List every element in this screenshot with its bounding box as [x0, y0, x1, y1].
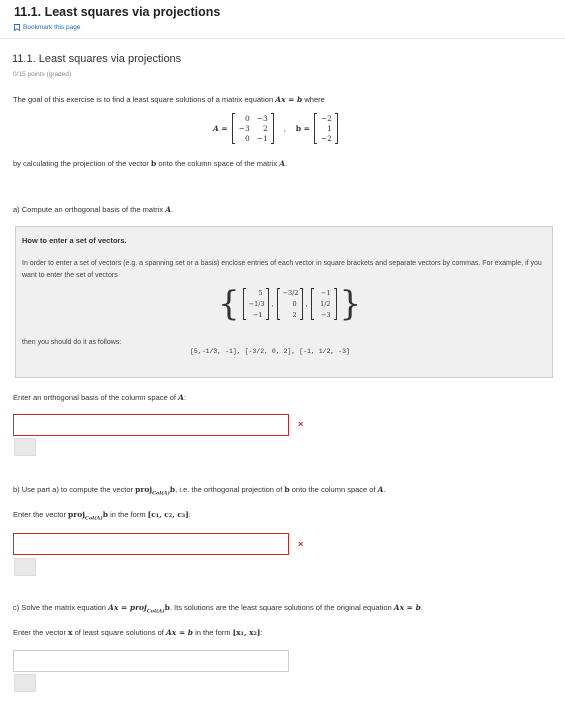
equation: Ax = b [275, 95, 303, 104]
incorrect-icon-b: × [298, 539, 304, 549]
page-title: 11.1. Least squares via projections [14, 5, 221, 19]
header-divider [0, 38, 565, 39]
bookmark-link[interactable]: Bookmark this page [14, 24, 80, 31]
answer-a-input-box[interactable] [13, 414, 289, 436]
code-sample: [5,-1/3, -1], [-3/2, 0, 2], [-1, 1/2, -3… [190, 348, 350, 355]
conclusion-text: by calculating the projection of the vec… [13, 159, 288, 168]
howto-text: In order to enter a set of vectors (e.g.… [22, 260, 542, 279]
example-vector-1: 5 −1/3 −1 [242, 288, 269, 320]
example-vector-2: −3/2 0 2 [276, 288, 303, 320]
points-label: 0/15 points (graded) [13, 71, 72, 78]
part-b-prompt: b) Use part a) to compute the vector pro… [13, 485, 386, 497]
example-vector-3: −1 1/2 −3 [310, 288, 337, 320]
matrix-equation: A = 0 −3 −3 2 0 −1 , b = −2 1 −2 [213, 113, 338, 144]
howto-title: How to enter a set of vectors. [22, 236, 127, 245]
answer-a-input[interactable] [14, 415, 288, 435]
example-vector-set: { 5 −1/3 −1 , −3/2 0 2 , −1 1/2 −3 } [218, 284, 362, 324]
matrix-a-label: A = [213, 124, 228, 133]
matrix-a: 0 −3 −3 2 0 −1 [231, 113, 274, 144]
submit-button-a[interactable] [14, 438, 36, 456]
part-c-input-label: Enter the vector x of least square solut… [13, 628, 263, 637]
incorrect-icon-a: × [298, 419, 304, 429]
then-text: then you should do it as follows: [22, 339, 122, 346]
answer-b-input-box[interactable] [13, 533, 289, 555]
part-a-prompt: a) Compute an orthogonal basis of the ma… [13, 205, 174, 214]
bookmark-icon [14, 24, 20, 31]
submit-button-c[interactable] [14, 674, 36, 692]
vector-b: −2 1 −2 [313, 113, 338, 144]
part-b-input-label: Enter the vector projCol(A)b in the form… [13, 510, 191, 522]
part-c-prompt: c) Solve the matrix equation Ax = projCo… [13, 603, 423, 615]
answer-b-input[interactable] [14, 534, 288, 554]
submit-button-b[interactable] [14, 558, 36, 576]
intro-text: The goal of this exercise is to find a l… [13, 95, 325, 104]
exercise-title: 11.1. Least squares via projections [12, 53, 182, 65]
bookmark-label: Bookmark this page [23, 24, 81, 31]
vector-b-label: b = [295, 124, 310, 133]
answer-c-input-box[interactable] [13, 650, 289, 672]
answer-c-input[interactable] [14, 651, 288, 671]
part-a-input-label: Enter an orthogonal basis of the column … [13, 393, 187, 402]
